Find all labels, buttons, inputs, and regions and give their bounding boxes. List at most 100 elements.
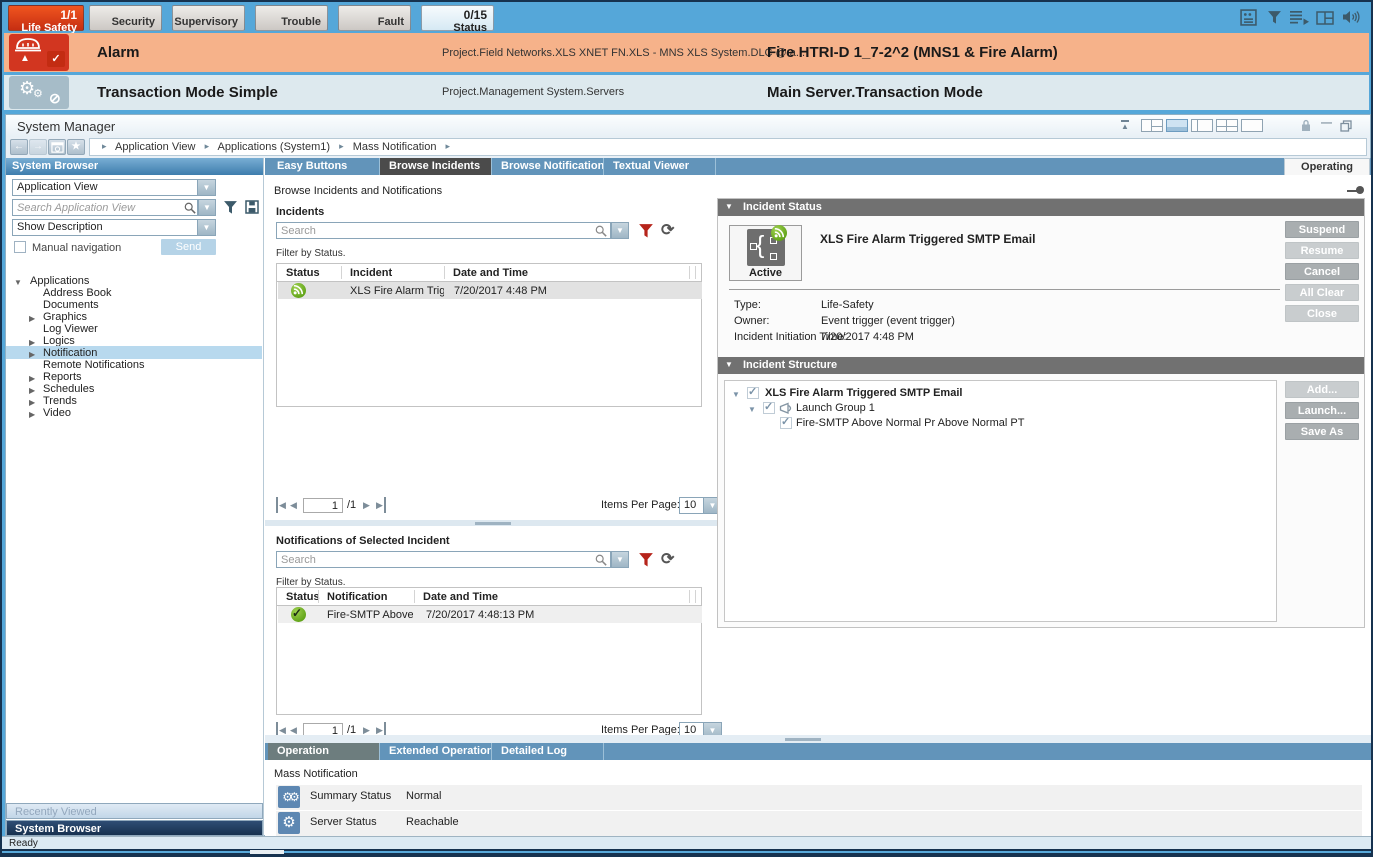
incident-structure-header[interactable]: ▼ Incident Structure [718, 357, 1364, 374]
manual-navigation-checkbox[interactable] [14, 241, 26, 253]
collapse-pane-icon[interactable]: ▲ [1121, 120, 1129, 131]
notifications-refresh-icon[interactable]: ⟳ [661, 549, 674, 569]
breadcrumb-item-mass-notification[interactable]: Mass Notification [353, 141, 437, 153]
event-list-icon[interactable] [1290, 10, 1309, 30]
event-filter-icon[interactable] [1267, 10, 1282, 30]
lock-layout-icon[interactable] [1301, 119, 1311, 137]
tab-extended-operation[interactable]: Extended Operation [380, 743, 492, 760]
tree-item-schedules[interactable]: Schedules [43, 383, 94, 395]
filter-icon[interactable] [223, 200, 238, 220]
incidents-refresh-icon[interactable]: ⟳ [661, 220, 674, 240]
tree-item-notification[interactable]: Notification [43, 347, 97, 359]
last-page-icon[interactable]: ▶ [376, 497, 386, 513]
tab-textual-viewer[interactable]: Textual Viewer [604, 158, 716, 175]
tree-item-remote-notifications[interactable]: Remote Notifications [43, 359, 145, 371]
incidents-search-input[interactable] [276, 222, 611, 239]
expander-open-icon[interactable]: ▼ [14, 278, 22, 287]
suspend-button[interactable]: Suspend [1285, 221, 1359, 238]
tree-item-graphics[interactable]: Graphics [43, 311, 87, 323]
view-selector[interactable]: Application View ▼ [12, 179, 216, 196]
expander-closed-icon[interactable]: ▶ [29, 350, 35, 359]
tab-browse-incidents[interactable]: Browse Incidents [380, 158, 492, 175]
breadcrumb-item-applications[interactable]: Applications (System1) [218, 141, 331, 153]
tree-item-address-book[interactable]: Address Book [43, 287, 111, 299]
tab-operation[interactable]: Operation [268, 743, 380, 760]
resume-button[interactable]: Resume [1285, 242, 1359, 259]
summary-button-fault[interactable]: Fault [338, 5, 411, 31]
incidents-search-dropdown[interactable]: ▼ [611, 222, 629, 239]
nav-history-icon[interactable] [48, 139, 66, 155]
chevron-down-icon[interactable]: ▼ [197, 220, 215, 235]
summary-button-security[interactable]: Security [89, 5, 162, 31]
tree-item-documents[interactable]: Documents [43, 299, 99, 311]
expander-closed-icon[interactable]: ▶ [29, 374, 35, 383]
recently-viewed-tab[interactable]: Recently Viewed [6, 803, 263, 819]
tree-item-trends[interactable]: Trends [43, 395, 77, 407]
expander-open-icon[interactable]: ▼ [748, 405, 756, 414]
tab-browse-notifications[interactable]: Browse Notifications [492, 158, 604, 175]
sidebar-search-input[interactable] [12, 199, 198, 216]
search-dropdown-button[interactable]: ▼ [198, 199, 216, 216]
items-per-page-select[interactable]: 10 ▼ [679, 497, 722, 514]
structure-root-checkbox[interactable]: ✓ [747, 387, 759, 399]
notifications-filter-icon[interactable] [638, 552, 654, 573]
summary-button-status[interactable]: 0/15 Status [421, 5, 494, 31]
summary-button-supervisory[interactable]: Supervisory [172, 5, 245, 31]
tab-operating[interactable]: Operating [1284, 158, 1370, 175]
display-mode-selector[interactable]: Show Description ▼ [12, 219, 216, 236]
cancel-button[interactable]: Cancel [1285, 263, 1359, 280]
breadcrumb[interactable]: ▸ Application View ▸ Applications (Syste… [89, 138, 1367, 156]
layout-preset-2-icon[interactable] [1166, 119, 1188, 132]
restore-icon[interactable] [1340, 119, 1352, 137]
layout-preset-1-icon[interactable] [1141, 119, 1163, 132]
nav-back-button[interactable]: ← [10, 139, 28, 155]
event-counter-icon[interactable] [1240, 9, 1257, 31]
horizontal-splitter[interactable] [265, 520, 725, 526]
table-row[interactable]: XLS Fire Alarm Triggere 7/20/2017 4:48 P… [278, 282, 702, 299]
tab-detailed-log[interactable]: Detailed Log [492, 743, 604, 760]
save-search-icon[interactable] [245, 200, 259, 219]
incident-status-header[interactable]: ▼ Incident Status [718, 199, 1364, 216]
expander-closed-icon[interactable]: ▶ [29, 398, 35, 407]
tree-item-reports[interactable]: Reports [43, 371, 82, 383]
alarm-banner[interactable]: ▲ ✓ Alarm Project.Field Networks.XLS XNE… [4, 33, 1369, 72]
transaction-banner[interactable]: ⚙ ⚙ ⊘ Transaction Mode Simple Project.Ma… [4, 75, 1369, 110]
structure-group-checkbox[interactable]: ✓ [763, 402, 775, 414]
layout-preset-3-icon[interactable] [1191, 119, 1213, 132]
notifications-search-dropdown[interactable]: ▼ [611, 551, 629, 568]
nav-favorites-star-icon[interactable]: ★ [67, 139, 85, 155]
expander-open-icon[interactable]: ▼ [732, 390, 740, 399]
summary-button-life-safety[interactable]: 1/1 Life Safety [8, 5, 84, 31]
structure-root-label[interactable]: XLS Fire Alarm Triggered SMTP Email [765, 387, 962, 399]
nav-forward-button[interactable]: → [29, 139, 47, 155]
save-as-button[interactable]: Save As [1285, 423, 1359, 440]
next-page-icon[interactable]: ▶ [363, 497, 370, 513]
structure-leaf-checkbox[interactable]: ✓ [780, 417, 792, 429]
incidents-filter-icon[interactable] [638, 223, 654, 244]
add-button[interactable]: Add... [1285, 381, 1359, 398]
all-clear-button[interactable]: All Clear [1285, 284, 1359, 301]
tree-item-applications[interactable]: Applications [30, 275, 89, 287]
page-number-input[interactable] [303, 498, 343, 513]
breadcrumb-item-application-view[interactable]: Application View [115, 141, 196, 153]
structure-group-label[interactable]: Launch Group 1 [796, 402, 875, 414]
layout-preset-5-icon[interactable] [1241, 119, 1263, 132]
layout-panes-icon[interactable] [1316, 11, 1334, 30]
bottom-splitter[interactable] [265, 735, 1372, 743]
notifications-search-input[interactable] [276, 551, 611, 568]
minimize-icon[interactable]: — [1321, 117, 1332, 129]
sound-icon[interactable] [1342, 10, 1361, 29]
system-browser-tab[interactable]: System Browser [6, 820, 263, 836]
tab-easy-buttons[interactable]: Easy Buttons [268, 158, 380, 175]
summary-button-trouble[interactable]: Trouble [255, 5, 328, 31]
first-page-icon[interactable]: ◀ [276, 497, 286, 513]
layout-preset-4-icon[interactable] [1216, 119, 1238, 132]
structure-leaf-label[interactable]: Fire-SMTP Above Normal Pr Above Normal P… [796, 417, 1024, 429]
table-row[interactable]: ✓ Fire-SMTP Above No 7/20/2017 4:48:13 P… [278, 606, 702, 623]
tree-item-video[interactable]: Video [43, 407, 71, 419]
prev-page-icon[interactable]: ◀ [290, 497, 297, 513]
expander-closed-icon[interactable]: ▶ [29, 410, 35, 419]
expander-closed-icon[interactable]: ▶ [29, 314, 35, 323]
send-button[interactable]: Send [161, 239, 216, 255]
tree-item-log-viewer[interactable]: Log Viewer [43, 323, 98, 335]
